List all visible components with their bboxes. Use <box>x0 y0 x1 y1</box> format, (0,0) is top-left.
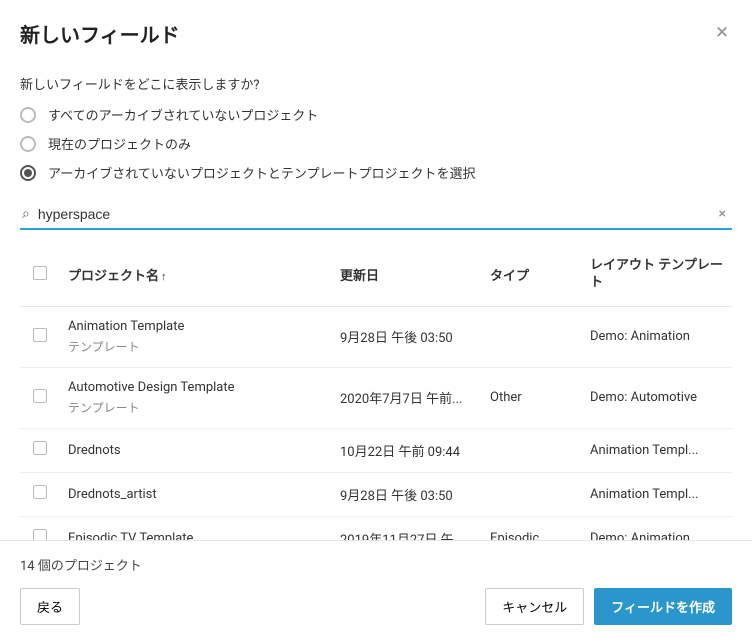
type-cell <box>482 428 582 472</box>
header-type[interactable]: タイプ <box>482 244 582 306</box>
search-bar: ⌕ × <box>20 200 732 230</box>
right-buttons: キャンセル フィールドを作成 <box>485 588 732 625</box>
header-checkbox-cell <box>20 244 60 306</box>
updated-cell: 9月28日 午後 03:50 <box>332 472 482 516</box>
search-icon: ⌕ <box>22 207 30 221</box>
radio-label: すべてのアーカイブされていないプロジェクト <box>48 105 318 124</box>
type-cell: Other <box>482 367 582 428</box>
radio-all-unarchived[interactable]: すべてのアーカイブされていないプロジェクト <box>20 105 732 124</box>
projects-table-scroll[interactable]: プロジェクト名↑ 更新日 タイプ レイアウト テンプレート Animation … <box>20 244 732 540</box>
back-button[interactable]: 戻る <box>20 588 80 625</box>
header-layout-label: レイアウト テンプレート <box>590 258 724 292</box>
project-name: Drednots <box>68 443 324 458</box>
project-name: Drednots_artist <box>68 487 324 502</box>
projects-table-wrap: プロジェクト名↑ 更新日 タイプ レイアウト テンプレート Animation … <box>20 244 732 540</box>
type-cell <box>482 472 582 516</box>
project-name-cell: Drednots_artist <box>60 472 332 516</box>
row-checkbox-cell <box>20 472 60 516</box>
radio-label: アーカイブされていないプロジェクトとテンプレートプロジェクトを選択 <box>48 163 475 182</box>
project-subtitle: テンプレート <box>68 399 324 416</box>
header-name-label: プロジェクト名 <box>68 269 159 284</box>
project-name-cell: Animation Template テンプレート <box>60 306 332 367</box>
row-checkbox[interactable] <box>33 389 47 403</box>
radio-current-only[interactable]: 現在のプロジェクトのみ <box>20 134 732 153</box>
dialog-body: 新しいフィールドをどこに表示しますか? すべてのアーカイブされていないプロジェク… <box>0 66 752 540</box>
dialog-header: 新しいフィールド × <box>0 0 752 66</box>
row-checkbox-cell <box>20 306 60 367</box>
updated-cell: 9月28日 午後 03:50 <box>332 306 482 367</box>
radio-select-projects[interactable]: アーカイブされていないプロジェクトとテンプレートプロジェクトを選択 <box>20 163 732 182</box>
dialog-footer: 14 個のプロジェクト 戻る キャンセル フィールドを作成 <box>0 540 752 643</box>
project-name-cell: Automotive Design Template テンプレート <box>60 367 332 428</box>
row-checkbox[interactable] <box>33 529 47 540</box>
project-name-wrap: Automotive Design Template テンプレート <box>68 380 324 416</box>
radio-icon <box>20 165 36 181</box>
header-name[interactable]: プロジェクト名↑ <box>60 244 332 306</box>
project-count: 14 個のプロジェクト <box>20 555 732 574</box>
table-row[interactable]: Animation Template テンプレート 9月28日 午後 03:50 De… <box>20 306 732 367</box>
clear-search-icon[interactable]: × <box>715 206 730 222</box>
row-checkbox-cell <box>20 428 60 472</box>
new-field-dialog: 新しいフィールド × 新しいフィールドをどこに表示しますか? すべてのアーカイブ… <box>0 0 752 643</box>
header-layout[interactable]: レイアウト テンプレート <box>582 244 732 306</box>
table-header-row: プロジェクト名↑ 更新日 タイプ レイアウト テンプレート <box>20 244 732 306</box>
updated-cell: 2019年11月27日 午... <box>332 516 482 540</box>
row-checkbox-cell <box>20 367 60 428</box>
table-row[interactable]: Drednots_artist 9月28日 午後 03:50 Animation T… <box>20 472 732 516</box>
create-field-button[interactable]: フィールドを作成 <box>594 588 732 625</box>
project-name: Episodic TV Template <box>68 531 324 540</box>
projects-table: プロジェクト名↑ 更新日 タイプ レイアウト テンプレート Animation … <box>20 244 732 540</box>
updated-cell: 10月22日 午前 09:44 <box>332 428 482 472</box>
type-cell <box>482 306 582 367</box>
dialog-title: 新しいフィールド <box>20 19 180 48</box>
sort-asc-icon: ↑ <box>161 270 167 283</box>
select-all-checkbox[interactable] <box>33 266 47 280</box>
search-input[interactable] <box>38 206 707 222</box>
layout-template-cell: Demo: Animation <box>582 516 732 540</box>
project-name-wrap: Episodic TV Template <box>68 531 324 540</box>
type-cell: Episodic <box>482 516 582 540</box>
visibility-prompt: 新しいフィールドをどこに表示しますか? <box>20 74 732 93</box>
radio-label: 現在のプロジェクトのみ <box>48 134 191 153</box>
row-checkbox-cell <box>20 516 60 540</box>
project-name: Automotive Design Template <box>68 380 324 395</box>
row-checkbox[interactable] <box>33 328 47 342</box>
project-name-wrap: Drednots <box>68 443 324 458</box>
project-name-wrap: Animation Template テンプレート <box>68 319 324 355</box>
project-subtitle: テンプレート <box>68 338 324 355</box>
radio-icon <box>20 107 36 123</box>
row-checkbox[interactable] <box>33 441 47 455</box>
project-name-cell: Drednots <box>60 428 332 472</box>
table-row[interactable]: Drednots 10月22日 午前 09:44 Animation Templ..… <box>20 428 732 472</box>
cancel-button[interactable]: キャンセル <box>485 588 584 625</box>
layout-template-cell: Animation Templ... <box>582 472 732 516</box>
project-name-wrap: Drednots_artist <box>68 487 324 502</box>
project-name: Animation Template <box>68 319 324 334</box>
table-row[interactable]: Automotive Design Template テンプレート 2020年7月7… <box>20 367 732 428</box>
layout-template-cell: Demo: Animation <box>582 306 732 367</box>
footer-buttons: 戻る キャンセル フィールドを作成 <box>20 588 732 625</box>
updated-cell: 2020年7月7日 午前... <box>332 367 482 428</box>
close-icon[interactable]: × <box>712 18 732 48</box>
table-row[interactable]: Episodic TV Template 2019年11月27日 午...Epis… <box>20 516 732 540</box>
radio-icon <box>20 136 36 152</box>
header-updated[interactable]: 更新日 <box>332 244 482 306</box>
layout-template-cell: Animation Templ... <box>582 428 732 472</box>
project-name-cell: Episodic TV Template <box>60 516 332 540</box>
row-checkbox[interactable] <box>33 485 47 499</box>
layout-template-cell: Demo: Automotive <box>582 367 732 428</box>
visibility-radio-group: すべてのアーカイブされていないプロジェクト 現在のプロジェクトのみ アーカイブさ… <box>20 105 732 182</box>
